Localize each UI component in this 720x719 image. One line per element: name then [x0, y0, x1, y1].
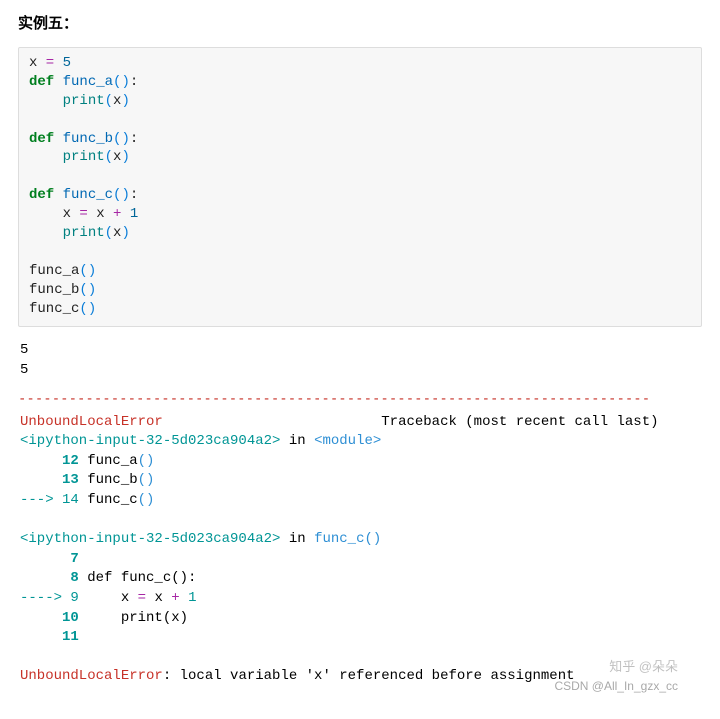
code-token: )	[121, 225, 129, 241]
code-token: (	[105, 93, 113, 109]
code-token: :	[130, 74, 138, 90]
traceback-label: Traceback (most recent call last)	[381, 414, 658, 430]
code-token: )	[121, 74, 129, 90]
code-token: print	[63, 149, 105, 165]
tb-code: (	[138, 492, 146, 508]
code-token: )	[88, 263, 96, 279]
tb-code: func_c	[87, 492, 137, 508]
error-name: UnboundLocalError	[20, 414, 163, 430]
tb-arrow: ----> 9	[20, 590, 87, 606]
tb-code: +	[171, 590, 179, 606]
tb-lineno: 12	[20, 453, 87, 469]
code-token: 1	[130, 206, 138, 222]
tb-text: in	[280, 531, 314, 547]
tb-code: x	[146, 590, 171, 606]
tb-source: <ipython-input-32-5d023ca904a2>	[20, 531, 280, 547]
tb-code	[180, 590, 188, 606]
tb-code: =	[138, 590, 146, 606]
code-token: print	[63, 225, 105, 241]
tb-code: (	[138, 453, 146, 469]
code-token: +	[105, 206, 130, 222]
tb-lineno: 11	[20, 629, 87, 645]
code-token: (	[79, 282, 87, 298]
tb-lineno: 7	[20, 551, 87, 567]
tb-code: )	[146, 492, 154, 508]
code-token: )	[88, 282, 96, 298]
section-heading: 实例五：	[18, 12, 702, 33]
code-token: def	[29, 131, 54, 147]
tb-code: 1	[188, 590, 196, 606]
traceback-label	[163, 414, 381, 430]
code-token: :	[130, 187, 138, 203]
code-token: x	[96, 206, 104, 222]
code-token: =	[71, 206, 96, 222]
code-token: 5	[63, 55, 71, 71]
code-token: func_b	[63, 131, 113, 147]
code-block: x = 5 def func_a(): print(x) def func_b(…	[18, 47, 702, 327]
code-token: )	[121, 149, 129, 165]
tb-code: func_b	[87, 472, 137, 488]
code-token: )	[121, 93, 129, 109]
code-token: =	[37, 55, 62, 71]
tb-arrow: ---> 14	[20, 492, 87, 508]
code-token: def	[29, 187, 54, 203]
tb-scope: ()	[364, 531, 381, 547]
error-name-final: UnboundLocalError	[20, 668, 163, 684]
tb-code: def func_c():	[87, 570, 196, 586]
code-token: x	[63, 206, 71, 222]
code-token: (	[79, 301, 87, 317]
tb-lineno: 13	[20, 472, 87, 488]
tb-code: x	[87, 590, 137, 606]
code-token: :	[130, 131, 138, 147]
tb-code: (	[138, 472, 146, 488]
tb-code: )	[146, 472, 154, 488]
tb-code: (x)	[163, 610, 188, 626]
code-token: (	[105, 149, 113, 165]
tb-code: )	[146, 453, 154, 469]
code-token: func_b	[29, 282, 79, 298]
traceback: UnboundLocalError Traceback (most recent…	[18, 409, 702, 691]
code-token: (	[79, 263, 87, 279]
code-token: func_a	[63, 74, 113, 90]
tb-lineno: 8	[20, 570, 87, 586]
code-token: func_a	[29, 263, 79, 279]
code-token: (	[105, 225, 113, 241]
tb-code: func_a	[87, 453, 137, 469]
code-token: )	[121, 187, 129, 203]
code-token: print	[63, 93, 105, 109]
code-token: )	[88, 301, 96, 317]
code-token: )	[121, 131, 129, 147]
code-token: func_c	[63, 187, 113, 203]
error-message: : local variable 'x' referenced before a…	[163, 668, 575, 684]
tb-lineno: 10	[20, 610, 87, 626]
tb-text: in	[280, 433, 314, 449]
tb-scope: <module>	[314, 433, 381, 449]
code-token: def	[29, 74, 54, 90]
tb-scope: func_c	[314, 531, 364, 547]
tb-code: print	[87, 610, 163, 626]
traceback-separator: ----------------------------------------…	[18, 391, 702, 407]
code-token: func_c	[29, 301, 79, 317]
tb-source: <ipython-input-32-5d023ca904a2>	[20, 433, 280, 449]
stdout-output: 5 5	[18, 337, 702, 384]
